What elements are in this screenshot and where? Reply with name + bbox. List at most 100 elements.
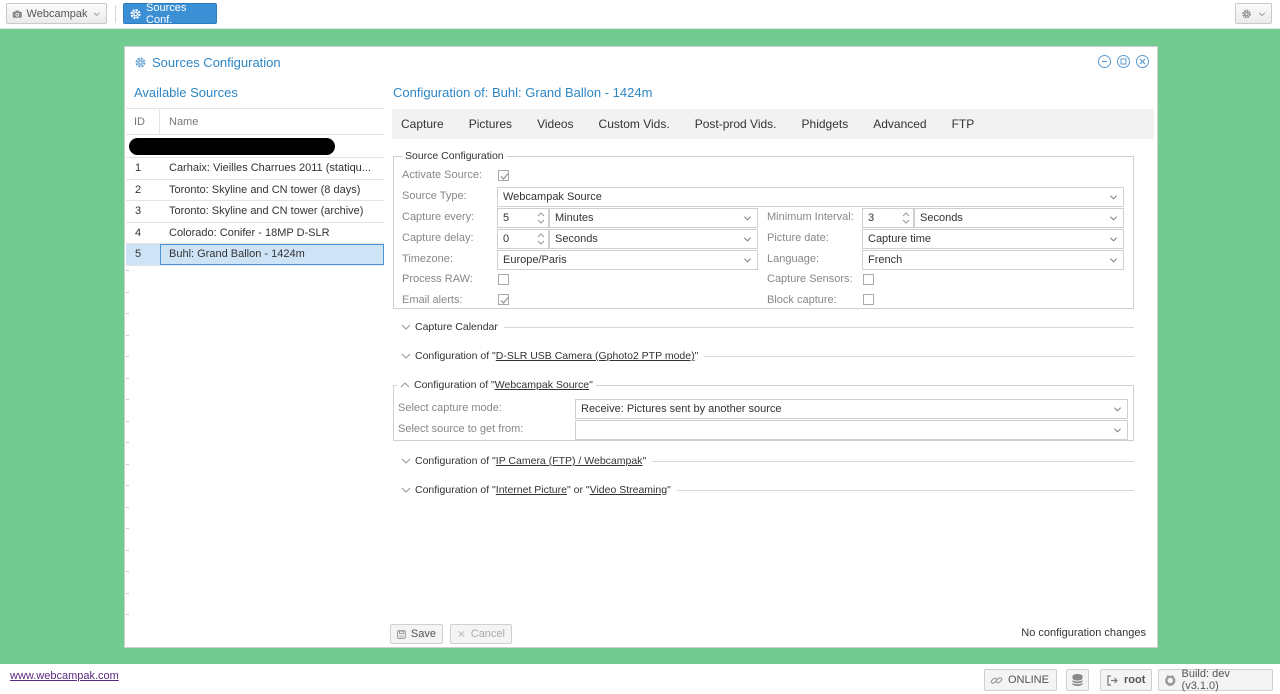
tab-videos[interactable]: Videos	[528, 117, 581, 131]
settings-menu-button[interactable]	[1235, 3, 1272, 24]
process-raw-checkbox[interactable]	[498, 274, 509, 285]
capture-delay-input[interactable]: 0	[497, 229, 549, 249]
tab-post-prod-vids[interactable]: Post-prod Vids.	[686, 117, 785, 131]
toolbar-divider	[115, 5, 116, 23]
checkmark-icon	[500, 297, 509, 304]
source-row-4[interactable]: 4 Colorado: Conifer - 18MP D-SLR	[126, 223, 384, 244]
tab-advanced[interactable]: Advanced	[864, 117, 934, 131]
capture-calendar-label: Capture Calendar	[415, 321, 498, 333]
webcampak-menu-button[interactable]: Webcampak	[6, 3, 107, 24]
chevron-down-icon[interactable]	[401, 351, 411, 361]
internet-picture-link[interactable]: Internet Picture	[496, 484, 567, 496]
spinner-icon[interactable]	[537, 211, 545, 225]
chevron-down-icon[interactable]	[401, 456, 411, 466]
minimum-interval-unit-select[interactable]: Seconds	[914, 208, 1124, 228]
gear-icon	[135, 57, 146, 68]
source-id: 2	[135, 183, 142, 196]
source-id: 3	[135, 205, 142, 218]
dslr-config-section[interactable]: Configuration of " D-SLR USB Camera (Gpho…	[393, 349, 1134, 363]
activate-source-checkbox[interactable]	[498, 170, 509, 181]
user-label: root	[1124, 674, 1146, 686]
online-label: ONLINE	[1008, 674, 1049, 686]
minimize-button[interactable]	[1098, 55, 1111, 68]
tab-pictures[interactable]: Pictures	[460, 117, 520, 131]
chevron-down-icon	[1109, 216, 1118, 221]
build-label: Build: dev (v3.1.0)	[1181, 668, 1230, 692]
config-tabs: Capture Pictures Videos Custom Vids. Pos…	[392, 109, 1154, 139]
source-type-select[interactable]: Webcampak Source	[497, 187, 1124, 207]
minimum-interval-input[interactable]: 3	[862, 208, 914, 228]
floppy-disk-icon	[397, 629, 406, 639]
chevron-down-icon	[1109, 258, 1118, 263]
sources-table-header: ID Name	[126, 109, 384, 135]
chevron-down-icon[interactable]	[401, 322, 411, 332]
chevron-down-icon	[743, 237, 752, 242]
source-row-3[interactable]: 3 Toronto: Skyline and CN tower (archive…	[126, 201, 384, 223]
source-name: Toronto: Skyline and CN tower (8 days)	[169, 183, 361, 196]
timezone-value: Europe/Paris	[503, 254, 567, 266]
user-logout-button[interactable]: root	[1100, 669, 1152, 691]
source-from-select[interactable]	[575, 420, 1128, 440]
gear-icon	[130, 8, 141, 19]
column-header-name[interactable]: Name	[160, 116, 198, 128]
capture-calendar-section[interactable]: Capture Calendar	[393, 320, 1134, 334]
source-id: 5	[135, 248, 142, 261]
tab-capture[interactable]: Capture	[392, 117, 452, 131]
email-alerts-checkbox[interactable]	[498, 294, 509, 305]
spinner-icon[interactable]	[902, 211, 910, 225]
webcampak-config-link[interactable]: Webcampak Source	[495, 379, 589, 391]
spinner-icon[interactable]	[537, 232, 545, 246]
save-button[interactable]: Save	[390, 624, 443, 644]
chevron-down-icon	[1113, 407, 1122, 412]
picture-date-select[interactable]: Capture time	[862, 229, 1124, 249]
capture-every-unit-select[interactable]: Minutes	[549, 208, 758, 228]
online-status-button[interactable]: ONLINE	[984, 669, 1057, 691]
source-name: Buhl: Grand Ballon - 1424m	[160, 243, 384, 265]
capture-mode-select[interactable]: Receive: Pictures sent by another source	[575, 399, 1128, 419]
minimum-interval-value: 3	[868, 212, 875, 224]
source-row-1[interactable]: 1 Carhaix: Vieilles Charrues 2011 (stati…	[126, 158, 384, 180]
cancel-button[interactable]: Cancel	[450, 624, 512, 644]
capture-delay-unit-select[interactable]: Seconds	[549, 229, 758, 249]
internet-config-prefix: Configuration of "	[415, 484, 496, 496]
tab-phidgets[interactable]: Phidgets	[793, 117, 857, 131]
column-header-id[interactable]: ID	[126, 109, 160, 134]
window-titlebar[interactable]: Sources Configuration	[125, 47, 1157, 77]
build-info-button[interactable]: Build: dev (v3.1.0)	[1158, 668, 1273, 692]
database-button[interactable]	[1066, 669, 1089, 691]
webcampak-source-legend[interactable]: Configuration of " Webcampak Source "	[397, 379, 596, 391]
language-select[interactable]: French	[862, 250, 1124, 270]
tab-custom-vids[interactable]: Custom Vids.	[590, 117, 678, 131]
source-id: 4	[135, 226, 142, 239]
source-name: Colorado: Conifer - 18MP D-SLR	[169, 226, 330, 239]
capture-delay-value: 0	[503, 233, 510, 245]
timezone-select[interactable]: Europe/Paris	[497, 250, 758, 270]
close-button[interactable]	[1136, 55, 1149, 68]
ip-camera-config-link[interactable]: IP Camera (FTP) / Webcampak	[496, 455, 643, 467]
video-streaming-link[interactable]: Video Streaming	[590, 484, 667, 496]
picture-date-label: Picture date:	[767, 232, 829, 244]
source-id: 1	[135, 162, 142, 175]
activate-source-label: Activate Source:	[402, 169, 483, 181]
source-row-2[interactable]: 2 Toronto: Skyline and CN tower (8 days)	[126, 180, 384, 201]
tab-ftp[interactable]: FTP	[943, 117, 983, 131]
capture-every-unit-value: Minutes	[555, 212, 594, 224]
capture-mode-label: Select capture mode:	[398, 402, 502, 414]
maximize-button[interactable]	[1117, 55, 1130, 68]
website-link[interactable]: www.webcampak.com	[10, 670, 119, 682]
dslr-config-link[interactable]: D-SLR USB Camera (Gphoto2 PTP mode)	[496, 350, 695, 362]
internet-config-suffix: "	[667, 484, 671, 496]
sources-conf-button[interactable]: Sources Conf.	[123, 2, 217, 26]
chevron-down-icon[interactable]	[401, 485, 411, 495]
block-capture-checkbox[interactable]	[863, 294, 874, 305]
internet-picture-config-section[interactable]: Configuration of " Internet Picture " or "…	[393, 483, 1134, 497]
source-row-5-selected[interactable]: 5 Buhl: Grand Ballon - 1424m	[126, 243, 384, 266]
ip-camera-config-section[interactable]: Configuration of " IP Camera (FTP) / Webc…	[393, 454, 1134, 468]
capture-sensors-checkbox[interactable]	[863, 274, 874, 285]
source-name: Toronto: Skyline and CN tower (archive)	[169, 205, 364, 218]
chevron-up-icon[interactable]	[400, 380, 410, 390]
capture-every-value: 5	[503, 212, 510, 224]
source-from-label: Select source to get from:	[398, 423, 524, 435]
capture-every-input[interactable]: 5	[497, 208, 549, 228]
chevron-down-icon	[94, 12, 101, 16]
